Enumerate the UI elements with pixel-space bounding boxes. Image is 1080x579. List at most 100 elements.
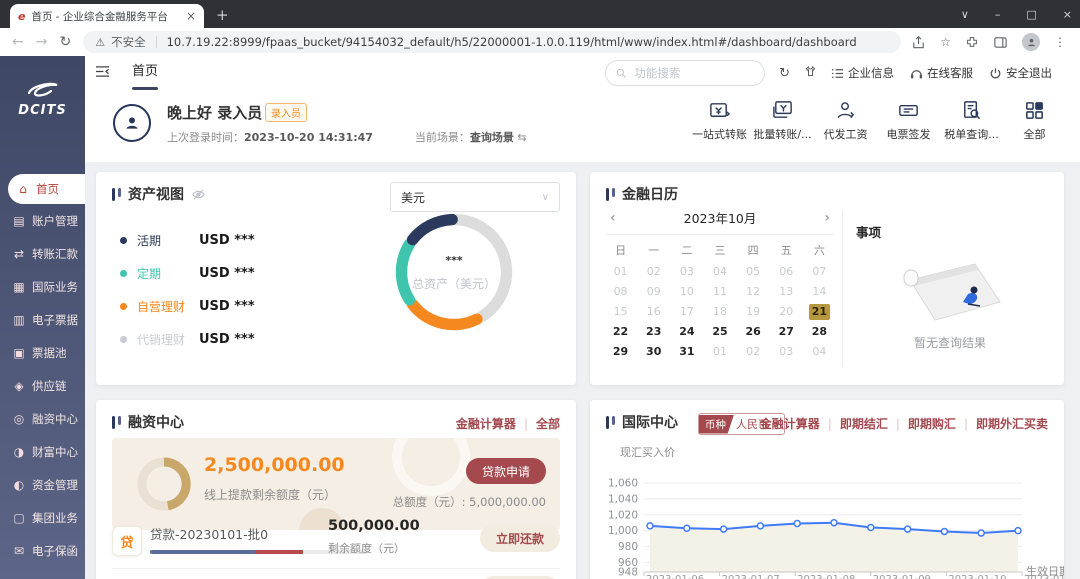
calendar-day[interactable]: 26 [737,324,770,340]
back-icon[interactable]: ← [12,34,24,50]
calendar-day[interactable]: 16 [637,304,670,320]
calendar-day[interactable]: 17 [670,304,703,320]
prev-month-icon[interactable]: ‹ [606,210,620,226]
calendar-day[interactable]: 04 [703,264,736,280]
search-input[interactable] [632,65,754,81]
eye-off-icon[interactable] [191,187,206,202]
calendar-day[interactable]: 01 [604,264,637,280]
quick-action-payroll[interactable]: 代发工资 [814,98,877,142]
extensions-icon[interactable] [965,35,979,49]
kebab-menu-icon[interactable]: ⋮ [1054,35,1066,49]
quick-action-eticket-issue[interactable]: 电票签发 [877,98,940,142]
calendar-day[interactable]: 02 [737,344,770,360]
quick-action-onestop-transfer[interactable]: 一站式转账 [688,98,751,142]
forward-icon[interactable]: → [36,34,48,50]
next-month-icon[interactable]: › [820,210,834,226]
new-tab-button[interactable]: + [216,6,229,24]
calendar-day[interactable]: 10 [670,284,703,300]
calendar-day[interactable]: 07 [803,264,836,280]
calendar-day[interactable]: 20 [770,304,803,320]
sidebar-item-ebill[interactable]: ▥电子票据 [0,303,85,336]
header-link-enterprise-info[interactable]: 企业信息 [831,65,894,81]
calendar-day[interactable]: 09 [637,284,670,300]
weekday-label: 一 [637,242,670,258]
address-input[interactable]: ⚠ 不安全 10.7.19.22:8999/fpaas_bucket/94154… [83,31,901,53]
tab-close-icon[interactable]: × [186,10,196,22]
sidebar-item-international[interactable]: ▦国际业务 [0,270,85,303]
calendar-day[interactable]: 05 [737,264,770,280]
financing-links: 金融计算器 | 全部 [456,415,560,432]
intl-link-4[interactable]: 即期外汇买卖 [976,415,1048,432]
calendar-day[interactable]: 18 [703,304,736,320]
calendar-day[interactable]: 29 [604,344,637,360]
sidebar-item-supplychain[interactable]: ◈供应链 [0,369,85,402]
tab-home[interactable]: 首页 [132,56,158,90]
profile-avatar[interactable] [1022,33,1040,51]
calendar-day[interactable]: 31 [670,344,703,360]
financing-link-1[interactable]: 金融计算器 [456,415,516,432]
calendar-day[interactable]: 19 [737,304,770,320]
quick-action-tax-query[interactable]: 税单查询... [940,98,1003,142]
page: e 首页 - 企业综合金融服务平台 × + ∨ – □ × ← → ↻ ⚠ 不安… [0,0,1080,579]
sidebar-item-transfer[interactable]: ⇄转账汇款 [0,237,85,270]
loan-apply-button[interactable]: 贷款申请 [466,458,546,484]
calendar-day[interactable]: 02 [637,264,670,280]
calendar-day[interactable]: 27 [770,324,803,340]
calendar-day[interactable]: 01 [703,344,736,360]
browser-tab[interactable]: e 首页 - 企业综合金融服务平台 × [10,4,204,28]
bookmark-star-icon[interactable]: ☆ [940,35,951,49]
link-separator: | [524,417,528,431]
calendar-day[interactable]: 14 [803,284,836,300]
calendar-day[interactable]: 03 [770,344,803,360]
calendar-day[interactable]: 12 [737,284,770,300]
sidebar-item-financing[interactable]: ◎融资中心 [0,402,85,435]
financing-link-2[interactable]: 全部 [536,415,560,432]
intl-link-3[interactable]: 即期购汇 [908,415,956,432]
assets-legend: 活期USD ***定期USD ***自营理财USD ***代销理财USD *** [120,224,255,356]
link-separator: | [896,417,900,431]
calendar-day[interactable]: 23 [637,324,670,340]
calendar-day[interactable]: 04 [803,344,836,360]
repay-now-button[interactable]: 立即还款 [480,524,560,552]
sidebar-item-group[interactable]: ▢集团业务 [0,501,85,534]
calendar-day[interactable]: 03 [670,264,703,280]
calendar-day[interactable]: 22 [604,324,637,340]
share-icon[interactable] [911,35,926,50]
reload-icon[interactable]: ↻ [59,34,71,50]
header-link-safe-logout[interactable]: 安全退出 [989,65,1052,81]
refresh-icon[interactable]: ↻ [779,66,790,81]
calendar-day[interactable]: 08 [604,284,637,300]
function-search[interactable] [605,60,765,86]
side-panel-icon[interactable] [993,35,1008,50]
sidebar-item-guarantee[interactable]: ✉电子保函 [0,534,85,567]
calendar-day[interactable]: 15 [604,304,637,320]
calendar-day[interactable]: 25 [703,324,736,340]
intl-link-2[interactable]: 即期结汇 [840,415,888,432]
sidebar-item-home[interactable]: ⌂首页 [8,174,85,204]
maximize-button[interactable]: □ [1026,8,1036,21]
intl-link-1[interactable]: 金融计算器 [760,415,820,432]
calendar-day[interactable]: 21 [809,304,830,320]
calendar-day[interactable]: 24 [670,324,703,340]
calendar-day[interactable]: 30 [637,344,670,360]
weekday-label: 日 [604,242,637,258]
minimize-button[interactable]: – [995,8,1001,21]
switch-scene-icon[interactable]: ⇆ [517,131,526,144]
theme-icon[interactable] [804,65,817,82]
user-avatar[interactable] [113,104,151,142]
calendar-day[interactable]: 06 [770,264,803,280]
sidebar-item-billpool[interactable]: ▣票据池 [0,336,85,369]
sidebar-item-funds[interactable]: ◐资金管理 [0,468,85,501]
sidebar-item-label: 融资中心 [32,411,78,427]
close-button[interactable]: × [1063,8,1072,21]
calendar-day[interactable]: 13 [770,284,803,300]
calendar-day[interactable]: 11 [703,284,736,300]
quick-action-batch-transfer[interactable]: 批量转账/... [751,98,814,142]
header-link-online-service[interactable]: 在线客服 [910,65,973,81]
calendar-day[interactable]: 28 [803,324,836,340]
sidebar-item-account[interactable]: ▤账户管理 [0,204,85,237]
collapse-menu-icon[interactable] [95,65,110,81]
sidebar-item-wealth[interactable]: ◑财富中心 [0,435,85,468]
quick-action-all-actions[interactable]: 全部 [1003,98,1066,142]
window-menu-icon[interactable]: ∨ [961,8,969,21]
